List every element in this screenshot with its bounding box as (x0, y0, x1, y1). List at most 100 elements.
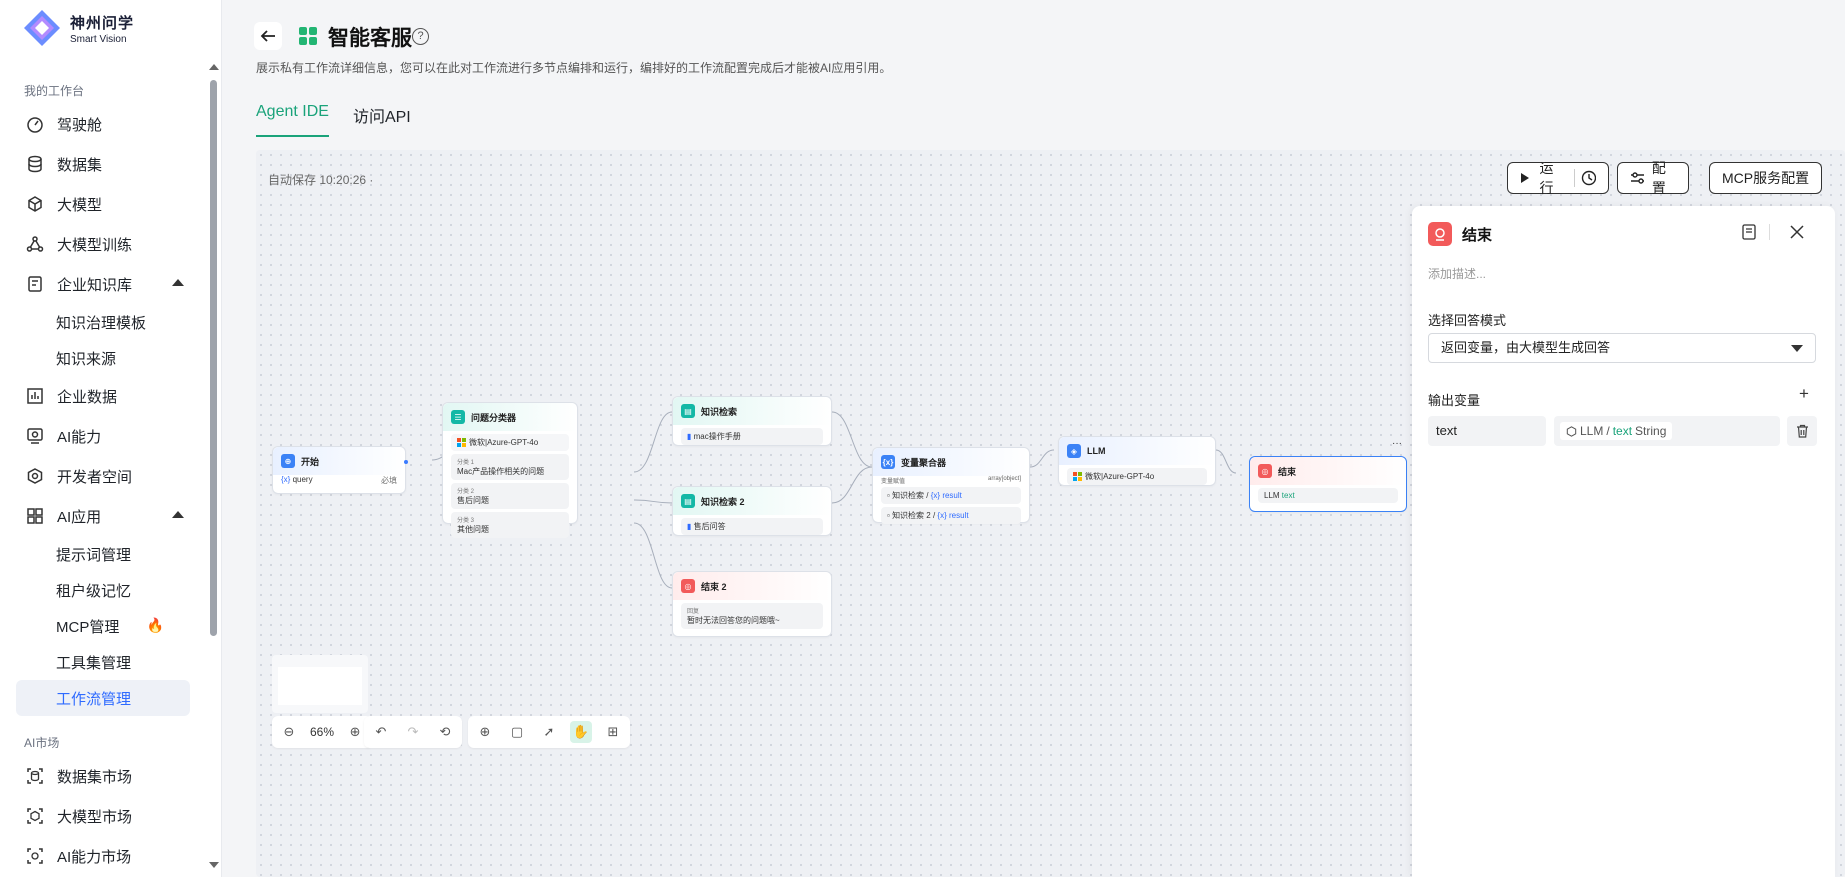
node-start[interactable]: ⊕ 开始 {x} query 必填 (272, 446, 408, 494)
sidebar-item-label: AI能力市场 (57, 848, 132, 866)
node-end[interactable]: ◎ 结束 LLM text (1249, 456, 1407, 512)
sidebar-item-toolset-management[interactable]: 工具集管理 (0, 644, 206, 680)
sidebar-scrollbar[interactable] (208, 60, 219, 872)
delete-variable-button[interactable] (1787, 416, 1817, 446)
answer-mode-label: 选择回答模式 (1428, 313, 1507, 328)
chevron-up-icon[interactable] (172, 511, 184, 518)
run-button[interactable]: 运行 (1507, 160, 1609, 196)
scroll-down-icon[interactable] (209, 862, 219, 868)
mcp-config-button[interactable]: MCP服务配置 (1709, 162, 1823, 194)
sidebar-item-developer-space[interactable]: 开发者空间 (0, 456, 206, 496)
sidebar-item-knowledge[interactable]: 企业知识库 (0, 264, 206, 304)
document-icon[interactable] (1742, 224, 1756, 245)
help-icon[interactable]: ? (412, 28, 429, 45)
sidebar-item-cockpit[interactable]: 驾驶舱 (0, 104, 206, 144)
chevron-up-icon[interactable] (172, 279, 184, 286)
ref-node-name: LLM (1580, 424, 1604, 438)
node-variable-aggregator[interactable]: {x} 变量聚合器 变量赋值 array[object] ▫ 知识检索 / {x}… (872, 447, 1030, 524)
output-variable-name[interactable]: text (1428, 416, 1546, 446)
section-workbench: 我的工作台 (24, 84, 85, 98)
sidebar-item-workflow-management[interactable]: 工作流管理 (16, 680, 190, 716)
tab-access-api[interactable]: 访问API (353, 103, 411, 137)
sidebar-item-label: 租户级记忆 (56, 582, 132, 600)
ref-var: result (942, 491, 962, 500)
sidebar-nav: 我的工作台 驾驶舱 数据集 大模型 大模型训练 企业知识库 知识治理模板 知识来… (0, 78, 206, 876)
minimap[interactable] (272, 655, 368, 713)
redo-icon[interactable]: ↷ (402, 721, 424, 743)
sidebar-item-tenant-memory[interactable]: 租户级记忆 (0, 572, 206, 608)
sidebar-item-knowledge-source[interactable]: 知识来源 (0, 340, 206, 376)
dashboard-icon (26, 115, 44, 133)
run-label: 运行 (1539, 160, 1554, 196)
class-label: 分类 2 (457, 489, 475, 495)
node-title: 知识检索 2 (701, 496, 745, 507)
ref-type: String (1635, 424, 1667, 438)
output-variable-label: 输出变量 (1428, 393, 1481, 408)
node-question-classifier[interactable]: ☰ 问题分类器 微软|Azure-GPT-4o 分类 1 Mac产品操作相关的问题 … (442, 402, 578, 538)
tab-agent-ide[interactable]: Agent IDE (256, 103, 329, 137)
organize-icon[interactable]: ⊞ (602, 721, 624, 743)
training-icon (26, 235, 44, 253)
book-icon: ▮ (687, 432, 692, 441)
sidebar-item-model-market[interactable]: 大模型市场 (0, 796, 206, 836)
class-text: Mac产品操作相关的问题 (457, 467, 545, 476)
back-button[interactable] (254, 22, 282, 50)
model-name: 微软|Azure-GPT-4o (469, 438, 539, 447)
config-button[interactable]: 配置 (1617, 160, 1689, 196)
zoom-out-icon[interactable]: ⊖ (278, 721, 300, 743)
description-input[interactable]: 添加描述... (1428, 265, 1486, 282)
zoom-in-icon[interactable]: ⊕ (344, 721, 366, 743)
knowledge-icon (26, 275, 44, 293)
model-name: 微软|Azure-GPT-4o (1085, 472, 1155, 481)
sidebar-item-model-training[interactable]: 大模型训练 (0, 224, 206, 264)
run-history-icon[interactable] (1581, 170, 1596, 186)
sidebar-item-prompt-management[interactable]: 提示词管理 (0, 536, 206, 572)
node-llm[interactable]: ◈ LLM 微软|Azure-GPT-4o (1058, 436, 1216, 486)
apps-icon (26, 507, 44, 525)
scroll-thumb[interactable] (210, 80, 217, 636)
sidebar-item-enterprise-data[interactable]: 企业数据 (0, 376, 206, 416)
section-market: AI市场 (24, 736, 60, 750)
answer-mode-select[interactable]: 返回变量，由大模型生成回答 (1428, 333, 1816, 363)
sidebar-item-dataset-market[interactable]: 数据集市场 (0, 756, 206, 796)
node-title: 变量聚合器 (901, 457, 947, 468)
output-port[interactable] (404, 460, 408, 464)
reply-label: 回复 (687, 609, 700, 615)
tab-bar: Agent IDE 访问API (256, 103, 411, 137)
sidebar-item-governance-template[interactable]: 知识治理模板 (0, 304, 206, 340)
node-knowledge-retrieval[interactable]: ▤ 知识检索 ▮ mac操作手册 (672, 396, 832, 446)
output-variable-reference[interactable]: LLM / text String (1554, 416, 1780, 446)
node-more-icon[interactable]: ··· (1392, 438, 1402, 449)
class-label: 分类 1 (457, 460, 475, 466)
sidebar-item-label: 工作流管理 (56, 690, 132, 708)
close-icon[interactable] (1790, 225, 1804, 244)
canvas-tools: ⊕ ▢ ➚ ✋ ⊞ (468, 716, 630, 748)
class-label: 分类 3 (457, 518, 475, 524)
sidebar-item-ai-market[interactable]: AI能力市场 (0, 836, 206, 876)
hand-icon[interactable]: ✋ (570, 721, 592, 743)
pointer-icon[interactable]: ➚ (538, 721, 560, 743)
history-icon[interactable]: ⟲ (434, 721, 456, 743)
llm-cube-icon: ◈ (1067, 444, 1081, 458)
node-knowledge-retrieval-2[interactable]: ▤ 知识检索 2 ▮ 售后问答 (672, 486, 832, 536)
logo[interactable]: 神州问学 Smart Vision (22, 8, 134, 48)
sidebar-item-mcp-management[interactable]: MCP管理 🔥 (0, 608, 206, 644)
add-variable-icon[interactable]: + (1799, 384, 1809, 404)
variable-icon: {x} (281, 475, 291, 484)
undo-icon[interactable]: ↶ (370, 721, 392, 743)
scroll-up-icon[interactable] (209, 64, 219, 70)
assign-label: 变量赋值 (881, 479, 906, 485)
sidebar-item-dataset[interactable]: 数据集 (0, 144, 206, 184)
node-end-2[interactable]: ◎ 结束 2 回复 暂时无法回答您的问题哦~ (672, 571, 832, 637)
sidebar-item-model[interactable]: 大模型 (0, 184, 206, 224)
add-note-icon[interactable]: ▢ (506, 721, 528, 743)
edge-kb2-agg (831, 466, 873, 504)
zoom-level: 66% (310, 725, 335, 739)
node-title: 开始 (301, 456, 320, 467)
sidebar-item-label: 数据集 (57, 156, 103, 174)
llm-cube-icon (1566, 425, 1577, 437)
sidebar-item-ai-apps[interactable]: AI应用 (0, 496, 206, 536)
sidebar-item-ai-ability[interactable]: AI能力 (0, 416, 206, 456)
ref-node: 知识检索 2 (892, 511, 931, 520)
add-node-icon[interactable]: ⊕ (474, 721, 496, 743)
